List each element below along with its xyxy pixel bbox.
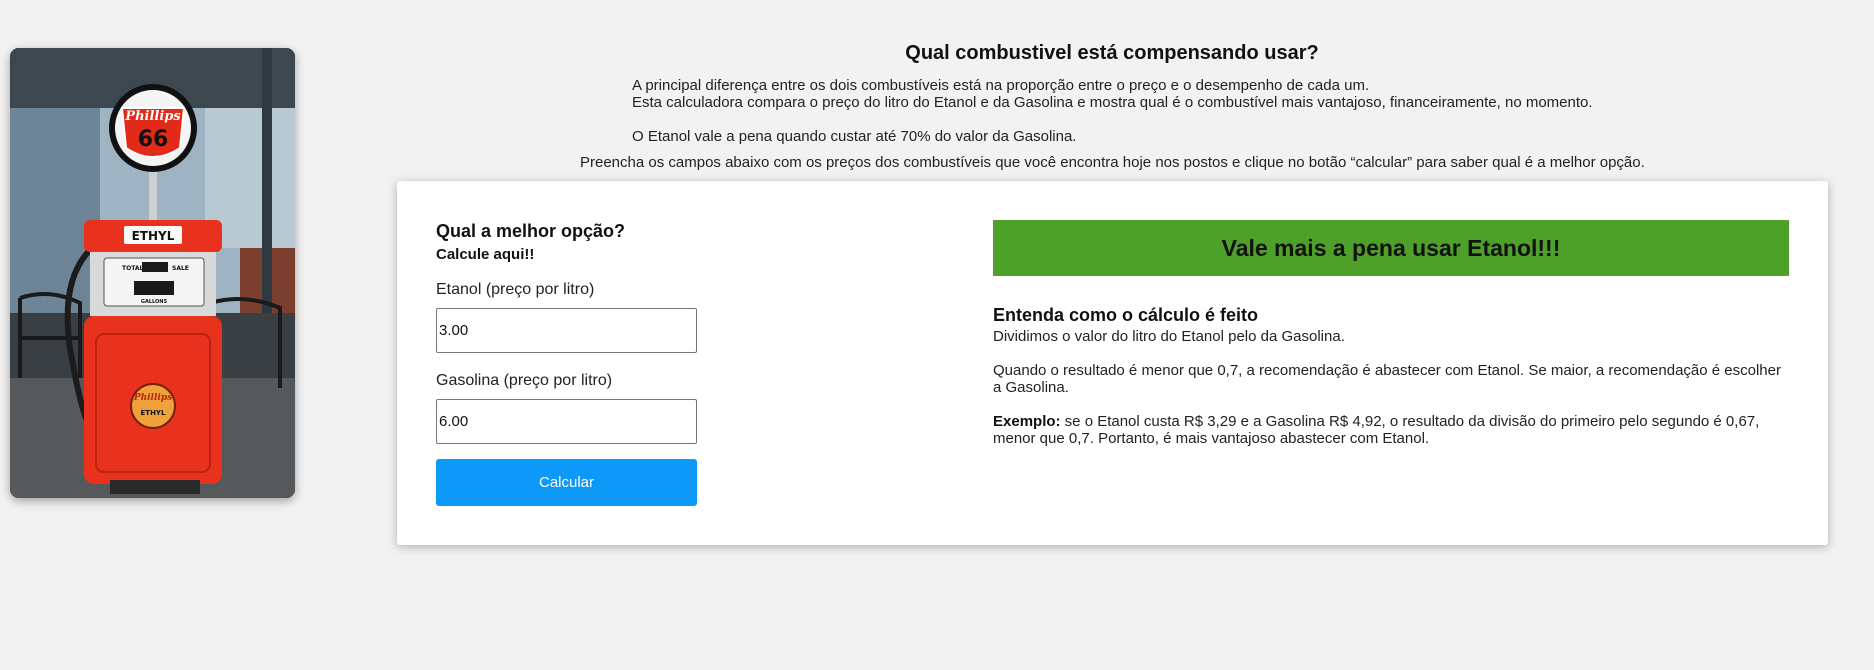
form-title: Qual a melhor opção? — [436, 221, 626, 241]
example-label: Exemplo: — [993, 413, 1061, 430]
example-text: se o Etanol custa R$ 3,29 e a Gasolina R… — [993, 413, 1760, 447]
intro-line-3: O Etanol vale a pena quando custar até 7… — [632, 128, 1077, 145]
sign-brand-text: Phillips — [124, 109, 181, 124]
form-subtitle: Calcule aqui!! — [436, 246, 535, 263]
badge-sub-text: ETHYL — [141, 409, 166, 417]
gasoline-label: Gasolina (preço por litro) — [436, 372, 613, 389]
explanation-paragraph-1: Dividimos o valor do litro do Etanol pel… — [993, 328, 1345, 345]
badge-brand-text: Phillips — [133, 393, 172, 403]
calculate-button[interactable]: Calcular — [436, 459, 697, 506]
meter-total-text: TOTAL — [122, 265, 143, 272]
result-banner: Vale mais a pena usar Etanol!!! — [993, 220, 1789, 276]
ethanol-label: Etanol (preço por litro) — [436, 281, 595, 298]
ethanol-price-input[interactable] — [436, 308, 697, 353]
meter-gallons-text: GALLONS — [141, 299, 168, 305]
explanation-title: Entenda como o cálculo é feito — [993, 305, 1259, 325]
meter-sale-text: SALE — [172, 265, 189, 272]
intro-line-2: Esta calculadora compara o preço do litr… — [632, 94, 1593, 111]
intro-description: A principal diferença entre os dois comb… — [632, 77, 1593, 145]
calculator-card: Qual a melhor opção? Calcule aqui!! Etan… — [397, 181, 1828, 545]
page: Phillips 66 ETHYL TOTAL SALE GALLONS Phi… — [0, 0, 1874, 670]
sign-number-text: 66 — [138, 127, 169, 152]
intro-line-1: A principal diferença entre os dois comb… — [632, 77, 1370, 94]
pump-label-text: ETHYL — [132, 229, 175, 243]
instructions-text: Preencha os campos abaixo com os preços … — [580, 154, 1645, 171]
gasoline-price-input[interactable] — [436, 399, 697, 444]
explanation-paragraph-2: Quando o resultado é menor que 0,7, a re… — [993, 362, 1781, 396]
fuel-pump-image: Phillips 66 ETHYL TOTAL SALE GALLONS Phi… — [10, 48, 295, 498]
explanation-example: Exemplo: se o Etanol custa R$ 3,29 e a G… — [993, 413, 1793, 447]
page-title: Qual combustivel está compensando usar? — [905, 42, 1319, 64]
